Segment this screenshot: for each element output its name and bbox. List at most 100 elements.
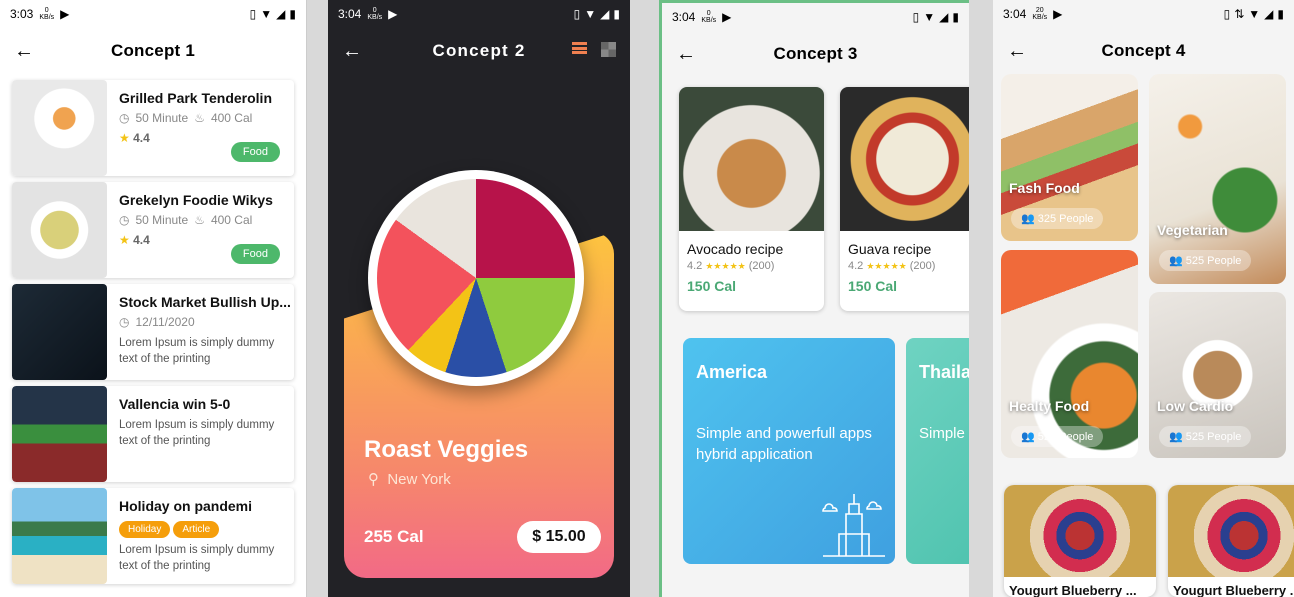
battery-icon: ▮ bbox=[289, 7, 296, 21]
back-arrow-icon[interactable]: ← bbox=[1007, 40, 1029, 62]
product-title: Yougurt Blueberry ... bbox=[1173, 583, 1294, 597]
back-arrow-icon[interactable]: ← bbox=[676, 43, 698, 65]
category-pill[interactable]: Food bbox=[230, 142, 280, 162]
people-badge: 👥 525 People bbox=[1011, 426, 1104, 447]
concept2-screen: 3:04 0 KB/s ▶ ▯ ▼ ◢ ▮ ← Concept 2 Roast Vegg… bbox=[328, 0, 630, 597]
status-time: 3:04 bbox=[338, 7, 362, 21]
stars-icon: ★★★★★ bbox=[705, 261, 746, 271]
stock-chart-image bbox=[12, 284, 107, 380]
list-item[interactable]: Stock Market Bullish Up... ◷ 12/11/2020 L… bbox=[12, 284, 294, 380]
vibrate-icon: ▯ bbox=[1223, 7, 1231, 21]
wifi-icon: ▼ bbox=[1248, 7, 1261, 21]
item-title: Grilled Park Tenderolin bbox=[119, 90, 273, 106]
destination-description: Simple hybrid bbox=[919, 425, 969, 442]
people-icon: 👥 bbox=[1021, 431, 1035, 443]
pasta-image bbox=[679, 87, 824, 231]
recipe-card[interactable]: Avocado recipe 4.2 ★★★★★ (200) 150 Cal bbox=[679, 87, 824, 311]
category-pill[interactable]: Food bbox=[230, 244, 280, 264]
dish-location: ⚲ New York bbox=[368, 471, 451, 488]
status-time: 3:04 bbox=[672, 10, 696, 24]
people-badge: 👥 525 People bbox=[1159, 250, 1252, 271]
pizza-image bbox=[840, 87, 969, 231]
recipe-card[interactable]: Guava recipe 4.2 ★★★★★ (200) 150 Cal bbox=[840, 87, 969, 311]
destination-card[interactable]: Thaila Simple hybrid bbox=[906, 338, 969, 564]
dish-title: Roast Veggies bbox=[364, 436, 529, 463]
list-item[interactable]: Grekelyn Foodie Wikys ◷ 50 Minute ♨ 400 Cal… bbox=[12, 182, 294, 278]
item-title: Grekelyn Foodie Wikys bbox=[119, 192, 273, 208]
article-list: Grilled Park Tenderolin ◷ 50 Minute ♨ 400 C… bbox=[12, 80, 294, 590]
clock-icon: ◷ bbox=[119, 213, 130, 227]
item-title: Vallencia win 5-0 bbox=[119, 396, 231, 412]
status-time: 3:04 bbox=[1003, 7, 1027, 21]
status-icons: ▯ ▼ ◢ ▮ bbox=[574, 7, 620, 21]
recipe-calories: 150 Cal bbox=[848, 278, 898, 294]
people-icon: 👥 bbox=[1169, 431, 1183, 443]
item-cal: 400 Cal bbox=[210, 111, 253, 125]
play-icon: ▶ bbox=[1053, 7, 1063, 21]
item-description: Lorem Ipsum is simply dummy text of the … bbox=[119, 337, 275, 365]
data-arrows-icon: ⇅ bbox=[1234, 7, 1245, 21]
signal-icon: ◢ bbox=[600, 7, 610, 21]
signal-icon: ◢ bbox=[1264, 7, 1274, 21]
wifi-icon: ▼ bbox=[260, 7, 273, 21]
star-icon: ★ bbox=[119, 131, 130, 145]
yogurt-image bbox=[1004, 485, 1156, 577]
category-card[interactable]: Fash Food 👥 325 People bbox=[1001, 74, 1138, 241]
network-speed: 0 KB/s bbox=[367, 7, 383, 21]
page-title: Concept 1 bbox=[111, 41, 195, 60]
status-time: 3:03 bbox=[10, 7, 34, 21]
product-card[interactable]: Yougurt Blueberry ... bbox=[1168, 485, 1294, 597]
stadium-image bbox=[12, 386, 107, 482]
concept3-screen: 3:04 0 KB/s ▶ ▯ ▼ ◢ ▮ ← Concept 3 Avocado re… bbox=[659, 0, 969, 597]
category-label: Low Cardio bbox=[1157, 398, 1234, 414]
list-item[interactable]: Vallencia win 5-0 Lorem Ipsum is simply … bbox=[12, 386, 294, 482]
category-card[interactable]: Low Cardio 👥 525 People bbox=[1149, 292, 1286, 458]
item-rating: 4.4 bbox=[133, 233, 150, 247]
concept4-screen: 3:04 20 KB/s ▶ ▯ ⇅ ▼ ◢ ▮ ← Concept 4 Fash Foo… bbox=[993, 0, 1294, 597]
product-card[interactable]: Yougurt Blueberry ... bbox=[1004, 485, 1156, 597]
vibrate-icon: ▯ bbox=[573, 7, 581, 21]
list-item[interactable]: Grilled Park Tenderolin ◷ 50 Minute ♨ 400 C… bbox=[12, 80, 294, 176]
category-card[interactable]: Vegetarian 👥 525 People bbox=[1149, 74, 1286, 284]
status-bar: 3:03 0 KB/s ▶ ▯ ▼ ◢ ▮ bbox=[0, 0, 306, 28]
recipe-rating: 4.2 ★★★★★ (200) bbox=[848, 260, 936, 272]
product-title: Yougurt Blueberry ... bbox=[1009, 583, 1137, 597]
destination-card[interactable]: America Simple and powerfull apps hybrid… bbox=[683, 338, 895, 564]
page-title: Concept 2 bbox=[432, 41, 526, 60]
item-date: 12/11/2020 bbox=[135, 315, 195, 329]
clock-icon: ◷ bbox=[119, 111, 130, 125]
category-label: Fash Food bbox=[1009, 180, 1080, 196]
play-icon: ▶ bbox=[722, 10, 732, 24]
tag-badge[interactable]: Article bbox=[173, 521, 220, 538]
tag-badge[interactable]: Holiday bbox=[119, 521, 171, 538]
back-arrow-icon[interactable]: ← bbox=[342, 40, 364, 62]
price-button[interactable]: $ 15.00 bbox=[517, 521, 601, 553]
people-icon: 👥 bbox=[1169, 255, 1183, 267]
destination-description: Simple and powerfull apps hybrid applica… bbox=[696, 425, 872, 463]
list-view-icon[interactable] bbox=[572, 42, 587, 54]
back-arrow-icon[interactable]: ← bbox=[14, 40, 36, 62]
grid-view-icon[interactable] bbox=[601, 42, 616, 57]
play-icon: ▶ bbox=[388, 7, 398, 21]
recipe-title: Avocado recipe bbox=[687, 241, 784, 257]
wifi-icon: ▼ bbox=[584, 7, 597, 21]
wifi-icon: ▼ bbox=[923, 10, 936, 24]
people-icon: 👥 bbox=[1021, 213, 1035, 225]
city-building-icon bbox=[822, 494, 885, 557]
category-label: Vegetarian bbox=[1157, 222, 1228, 238]
item-time: 50 Minute bbox=[135, 213, 189, 227]
item-description: Lorem Ipsum is simply dummy text of the … bbox=[119, 419, 275, 447]
list-item[interactable]: Holiday on pandemi Holiday Article Lorem … bbox=[12, 488, 294, 584]
app-bar: ← Concept 4 bbox=[993, 28, 1294, 74]
category-card[interactable]: Healty Food 👥 525 People bbox=[1001, 250, 1138, 458]
vibrate-icon: ▯ bbox=[912, 10, 920, 24]
fire-icon: ♨ bbox=[194, 213, 205, 227]
page-title: Concept 4 bbox=[1101, 41, 1186, 60]
app-bar: ← Concept 1 bbox=[0, 28, 306, 74]
stars-icon: ★★★★★ bbox=[866, 261, 907, 271]
app-bar: ← Concept 3 bbox=[662, 31, 969, 77]
bowl-image bbox=[368, 170, 584, 386]
beach-image bbox=[12, 488, 107, 584]
star-icon: ★ bbox=[119, 233, 130, 247]
battery-icon: ▮ bbox=[952, 10, 959, 24]
